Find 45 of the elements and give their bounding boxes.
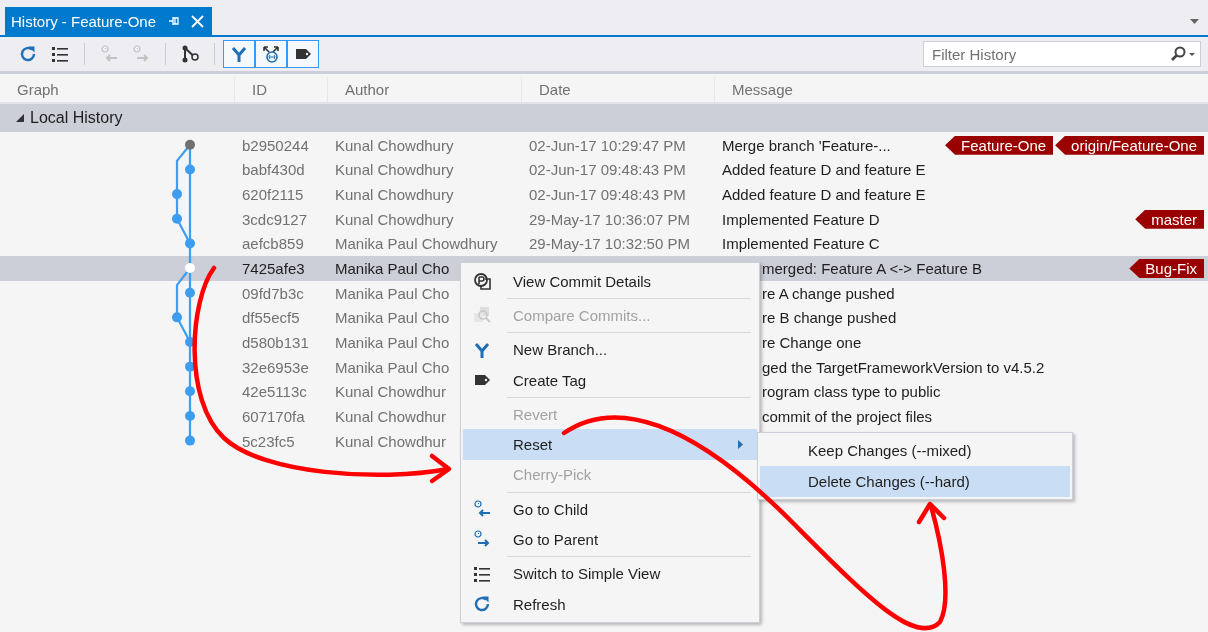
table-cell: merged: Feature A <-> Feature B <box>762 260 983 277</box>
table-cell: 620f2115 <box>242 186 304 204</box>
table-cell: Kunal Chowdhury <box>335 186 454 204</box>
table-cell: re A change pushed <box>762 284 895 302</box>
table-cell: Implemented Feature D <box>722 210 880 228</box>
table-cell: b2950244 <box>242 136 309 154</box>
table-cell: re B change pushed <box>762 309 897 327</box>
table-cell: Merge branch 'Feature-... <box>722 136 891 154</box>
table-cell: Added feature D and feature E <box>722 161 926 179</box>
table-cell: d580b131 <box>242 333 309 351</box>
table-cell: Kunal Chowdhury <box>335 210 454 228</box>
table-cell: rogram class type to public <box>762 383 941 401</box>
table-cell: commit of the project files <box>762 407 933 425</box>
table-cell: 02-Jun-17 09:48:43 PM <box>529 186 686 204</box>
table-cell: Kunal Chowdhur <box>335 383 446 401</box>
table-cell: babf430d <box>242 161 305 179</box>
table-cell: aefcb859 <box>242 235 304 253</box>
table-cell: Kunal Chowdhur <box>335 407 446 425</box>
table-cell: Manika Paul Cho <box>335 333 450 351</box>
table-cell: 29-May-17 10:36:07 PM <box>529 210 690 228</box>
table-cell: re Change one <box>762 333 862 351</box>
group-label: Local History <box>30 109 123 127</box>
table-cell: 02-Jun-17 10:29:47 PM <box>529 136 686 154</box>
table-cell: Manika Paul Cho <box>335 260 450 277</box>
table-cell: Added feature D and feature E <box>722 186 926 204</box>
table-cell: Kunal Chowdhur <box>335 432 446 450</box>
table-cell: Manika Paul Cho <box>335 358 450 376</box>
table-cell: Manika Paul Cho <box>335 284 450 302</box>
table-cell: 02-Jun-17 09:48:43 PM <box>529 161 686 179</box>
table-cell: ged the TargetFrameworkVersion to v4.5.2 <box>762 358 1045 376</box>
table-cell: 5c23fc5 <box>242 432 295 450</box>
table-cell: 607170fa <box>242 407 305 425</box>
tab-title: History - Feature-One <box>11 12 157 30</box>
table-cell: df55ecf5 <box>242 309 300 327</box>
table-cell: Manika Paul Cho <box>335 309 450 327</box>
table-cell: 7425afe3 <box>242 260 305 277</box>
table-cell: 32e6953e <box>242 358 309 376</box>
table-cell: 29-May-17 10:32:50 PM <box>529 235 690 253</box>
table-cell: Kunal Chowdhury <box>335 161 454 179</box>
table-cell: Manika Paul Chowdhury <box>335 235 498 253</box>
table-cell: 3cdc9127 <box>242 210 308 228</box>
table-cell: Implemented Feature C <box>722 235 880 253</box>
table-cell: 42e5113c <box>242 383 307 401</box>
table-cell: Kunal Chowdhury <box>335 136 454 154</box>
table-cell: 09fd7b3c <box>242 284 304 302</box>
